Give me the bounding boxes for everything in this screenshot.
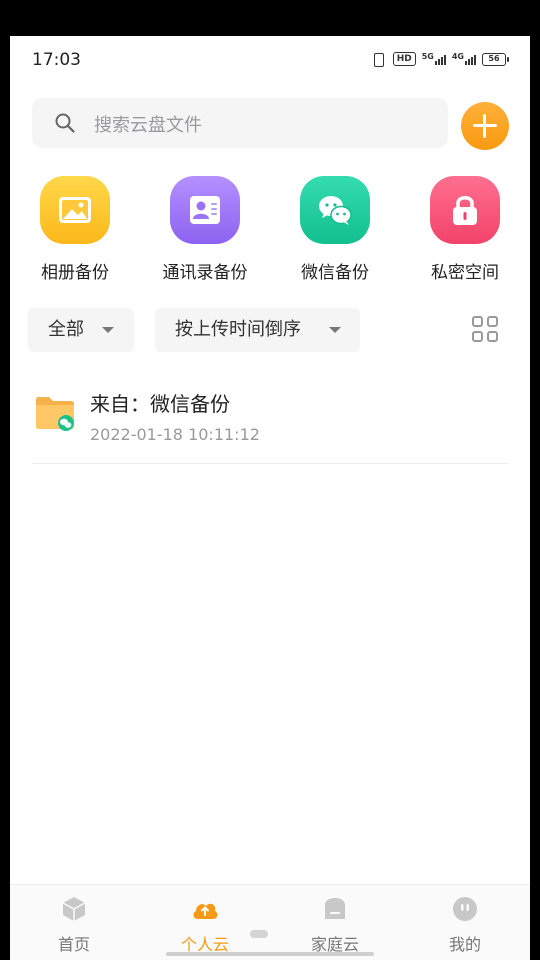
add-button[interactable]	[461, 102, 509, 150]
lock-icon	[430, 176, 500, 244]
quick-entry-label: 相册备份	[41, 263, 109, 283]
nav-mine[interactable]: 我的	[415, 895, 515, 955]
cube-icon	[62, 897, 86, 921]
wechat-icon	[300, 176, 370, 244]
app-screen: 17:03 HD 5G 4G 56 搜索云盘文件 相册备份 通讯录备份 微信备份…	[10, 36, 530, 960]
home-indicator[interactable]	[166, 952, 374, 956]
signal-5g-icon: 5G	[422, 53, 446, 65]
grid-view-toggle-icon[interactable]	[472, 316, 500, 344]
contacts-icon	[170, 176, 240, 244]
nav-label: 我的	[448, 935, 481, 954]
search-icon	[55, 113, 75, 133]
file-name: 来自：微信备份	[90, 392, 230, 416]
sort-filter[interactable]: 按上传时间倒序	[155, 308, 360, 352]
status-time: 17:03	[32, 50, 81, 70]
search-input[interactable]: 搜索云盘文件	[32, 98, 448, 148]
bottom-nav: 首页 个人云 家庭云 我的	[10, 884, 530, 960]
nav-label: 首页	[57, 935, 90, 954]
file-timestamp: 2022-01-18 10:11:12	[90, 425, 260, 444]
cloud-upload-icon	[193, 903, 218, 919]
battery-icon: 56	[482, 52, 509, 66]
quick-entry-label: 通讯录备份	[162, 263, 248, 283]
quick-entry-contacts-backup[interactable]: 通讯录备份	[140, 176, 270, 286]
caret-down-icon	[102, 327, 114, 333]
quick-entry-private-space[interactable]: 私密空间	[400, 176, 530, 286]
quick-entry-label: 微信备份	[301, 263, 369, 283]
file-list-item[interactable]: 来自：微信备份 2022-01-18 10:11:12	[32, 376, 508, 464]
quick-entry-wechat-backup[interactable]: 微信备份	[270, 176, 400, 286]
nav-family-cloud[interactable]: 家庭云	[285, 895, 385, 955]
sort-filter-label: 按上传时间倒序	[175, 319, 301, 340]
home-cloud-icon	[325, 898, 345, 919]
quick-entry-photo-backup[interactable]: 相册备份	[10, 176, 140, 286]
nav-pill-indicator	[250, 930, 268, 938]
category-filter[interactable]: 全部	[28, 308, 134, 352]
status-icons: HD 5G 4G 56	[369, 52, 509, 67]
hd-icon: HD	[392, 52, 416, 66]
search-placeholder: 搜索云盘文件	[94, 115, 202, 136]
signal-4g-icon: 4G	[452, 53, 476, 65]
quick-entry-label: 私密空间	[431, 263, 499, 283]
vibrate-icon	[369, 52, 387, 67]
photo-album-icon	[40, 176, 110, 244]
category-filter-label: 全部	[48, 319, 84, 340]
profile-face-icon	[453, 897, 477, 921]
nav-home[interactable]: 首页	[24, 895, 124, 955]
status-bar: 17:03 HD 5G 4G 56	[10, 36, 530, 86]
wechat-folder-icon	[36, 397, 74, 431]
nav-personal-cloud[interactable]: 个人云	[155, 895, 255, 955]
caret-down-icon	[329, 327, 341, 333]
